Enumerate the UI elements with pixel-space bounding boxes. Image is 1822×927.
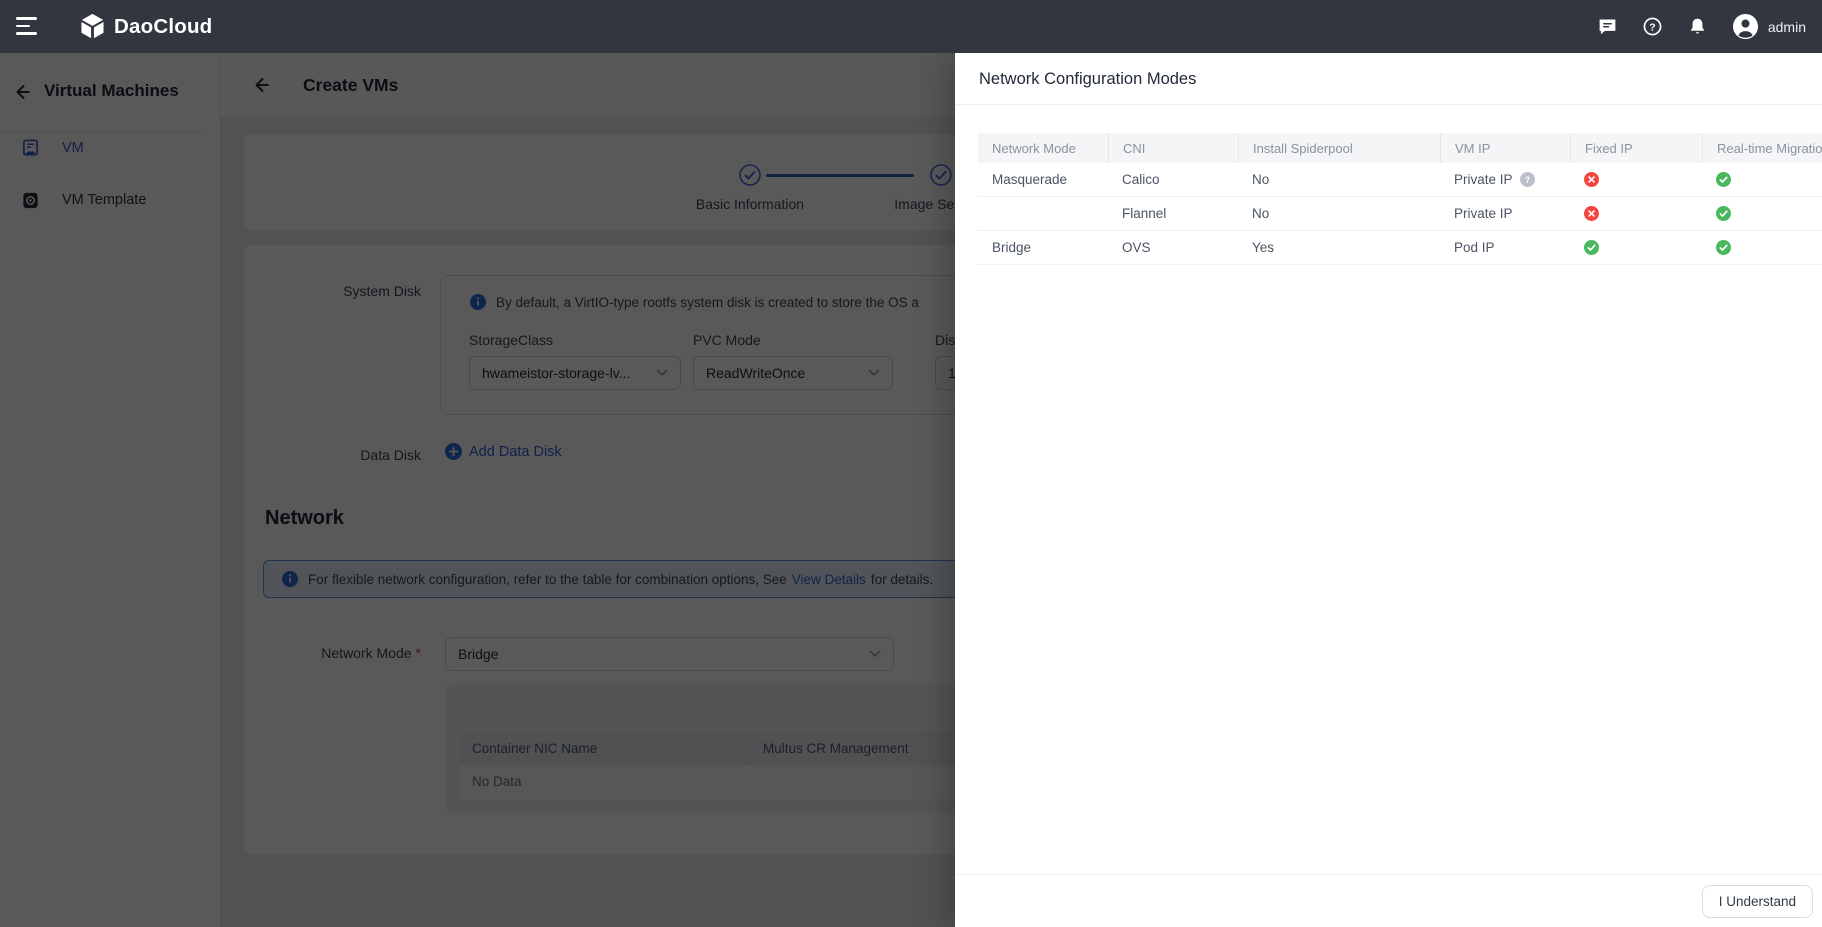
table-row: Masquerade Calico No Private IP ? bbox=[978, 163, 1822, 197]
check-circle-icon bbox=[1716, 206, 1731, 221]
check-circle-icon bbox=[1716, 240, 1731, 255]
cell-install-spiderpool: Yes bbox=[1238, 231, 1440, 265]
svg-text:?: ? bbox=[1524, 175, 1529, 185]
cell-realtime-migration bbox=[1702, 163, 1822, 197]
col-fixed-ip: Fixed IP bbox=[1570, 133, 1702, 163]
network-modes-table: Network Mode CNI Install Spiderpool VM I… bbox=[978, 133, 1822, 265]
cell-cni: Calico bbox=[1108, 163, 1238, 197]
question-circle-icon[interactable]: ? bbox=[1520, 172, 1535, 187]
cell-network-mode bbox=[978, 197, 1108, 231]
header-actions: ? admin bbox=[1597, 0, 1806, 53]
notification-bell-icon[interactable] bbox=[1687, 16, 1708, 37]
svg-text:?: ? bbox=[1649, 21, 1655, 33]
user-menu[interactable]: admin bbox=[1732, 13, 1806, 40]
cell-install-spiderpool: No bbox=[1238, 197, 1440, 231]
check-circle-icon bbox=[1716, 172, 1731, 187]
drawer-footer: I Understand bbox=[955, 874, 1822, 927]
cell-network-mode: Bridge bbox=[978, 231, 1108, 265]
cell-vm-ip: Private IP ? bbox=[1440, 163, 1570, 197]
table-header-row: Network Mode CNI Install Spiderpool VM I… bbox=[978, 133, 1822, 163]
cross-circle-icon bbox=[1584, 172, 1599, 187]
cell-fixed-ip bbox=[1570, 163, 1702, 197]
i-understand-button[interactable]: I Understand bbox=[1702, 885, 1813, 918]
col-install-spiderpool: Install Spiderpool bbox=[1238, 133, 1440, 163]
message-icon[interactable] bbox=[1597, 16, 1618, 37]
col-cni: CNI bbox=[1108, 133, 1238, 163]
network-modes-drawer: Network Configuration Modes Network Mode… bbox=[955, 53, 1822, 927]
cell-cni: OVS bbox=[1108, 231, 1238, 265]
cell-network-mode: Masquerade bbox=[978, 163, 1108, 197]
daocloud-logo-icon bbox=[78, 12, 107, 41]
hamburger-menu-icon[interactable] bbox=[16, 17, 38, 36]
app-header: DaoCloud ? admin bbox=[0, 0, 1822, 53]
check-circle-icon bbox=[1584, 240, 1599, 255]
cell-fixed-ip bbox=[1570, 197, 1702, 231]
cross-circle-icon bbox=[1584, 206, 1599, 221]
cell-realtime-migration bbox=[1702, 231, 1822, 265]
app-window: DaoCloud ? admin bbox=[0, 0, 1822, 927]
drawer-header: Network Configuration Modes bbox=[955, 53, 1822, 105]
cell-install-spiderpool: No bbox=[1238, 163, 1440, 197]
cell-fixed-ip bbox=[1570, 231, 1702, 265]
username-label: admin bbox=[1768, 19, 1806, 35]
help-icon[interactable]: ? bbox=[1642, 16, 1663, 37]
cell-vm-ip: Pod IP bbox=[1440, 231, 1570, 265]
brand-title: DaoCloud bbox=[114, 0, 212, 53]
table-row: Bridge OVS Yes Pod IP bbox=[978, 231, 1822, 265]
drawer-title: Network Configuration Modes bbox=[979, 53, 1196, 105]
cell-vm-ip: Private IP bbox=[1440, 197, 1570, 231]
table-row: Flannel No Private IP bbox=[978, 197, 1822, 231]
cell-cni: Flannel bbox=[1108, 197, 1238, 231]
cell-realtime-migration bbox=[1702, 197, 1822, 231]
col-vm-ip: VM IP bbox=[1440, 133, 1570, 163]
col-network-mode: Network Mode bbox=[978, 133, 1108, 163]
avatar-icon bbox=[1732, 13, 1759, 40]
col-realtime-migration: Real-time Migration bbox=[1702, 133, 1822, 163]
